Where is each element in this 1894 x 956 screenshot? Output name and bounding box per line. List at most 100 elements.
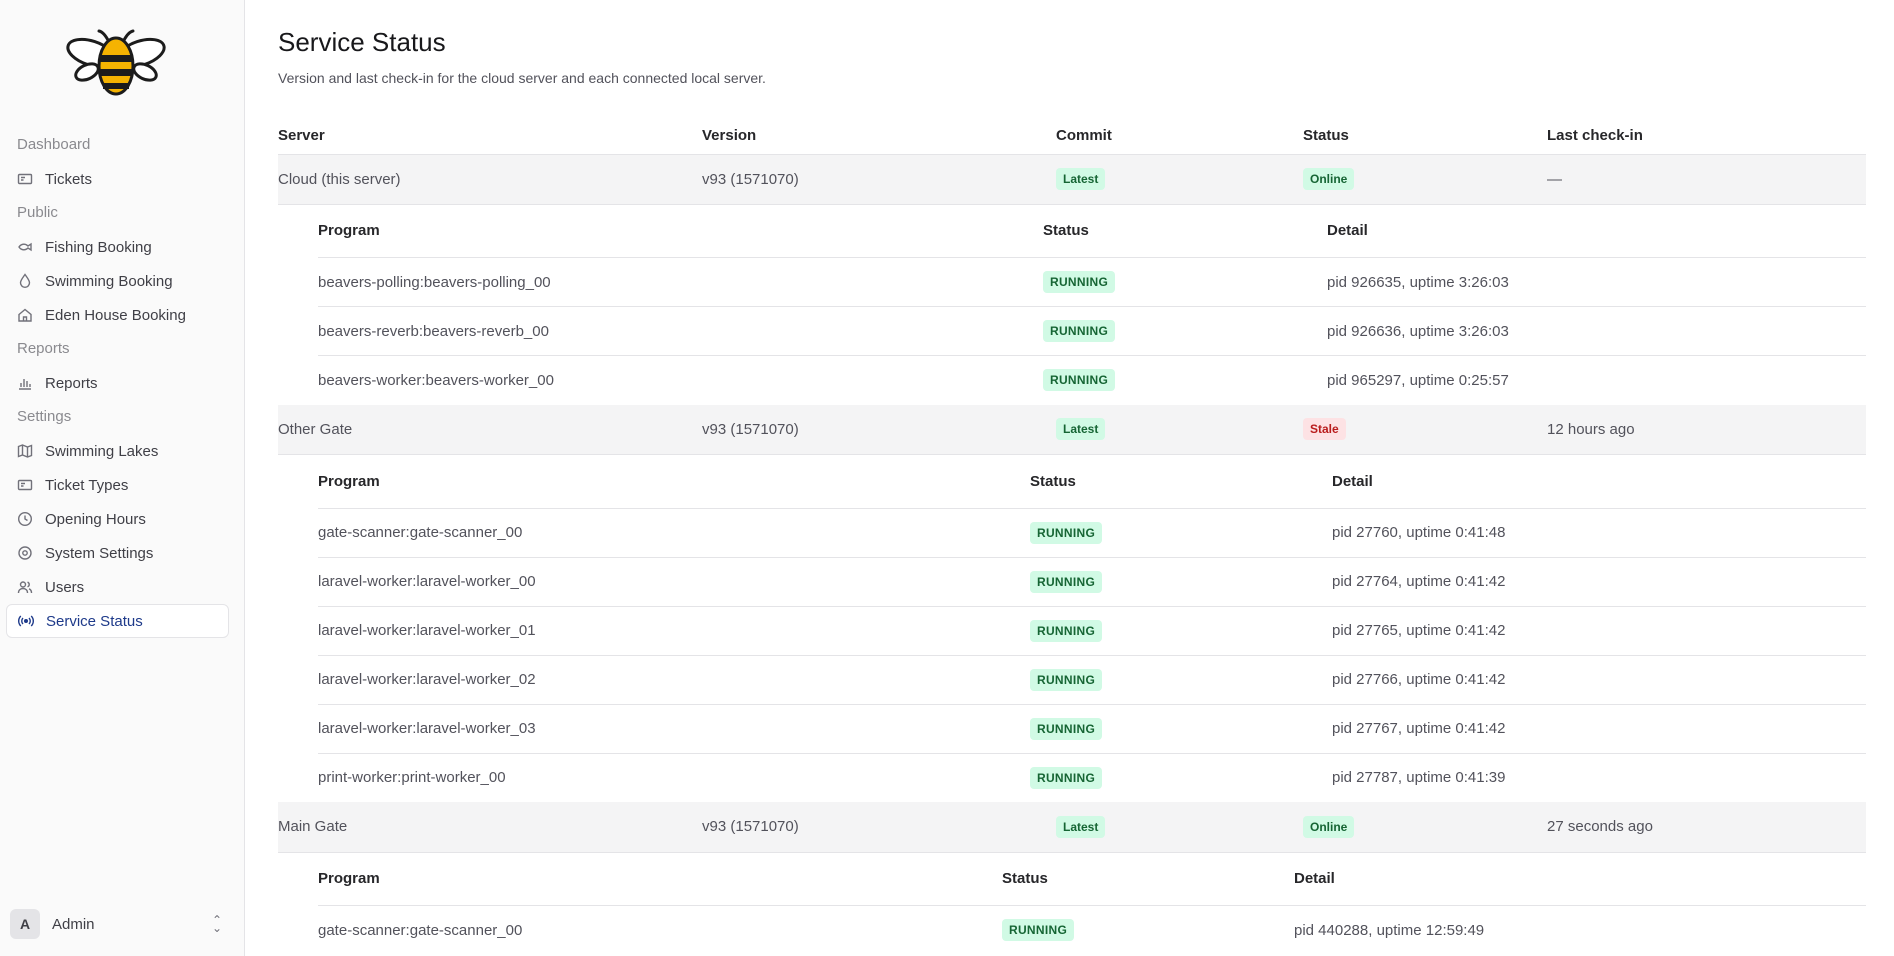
- program-status-badge: RUNNING: [1002, 919, 1075, 942]
- sidebar-item-opening-hours[interactable]: Opening Hours: [6, 502, 229, 536]
- sidebar-item-service-status[interactable]: Service Status: [6, 604, 229, 638]
- clock-icon: [17, 511, 33, 527]
- program-status-badge: RUNNING: [1030, 521, 1103, 544]
- header-detail: Detail: [1294, 852, 1866, 906]
- header-program: Program: [318, 852, 1002, 906]
- server-name: Main Gate: [278, 802, 702, 853]
- commit-cell: Latest: [1056, 802, 1303, 853]
- commit-badge: Latest: [1056, 418, 1106, 441]
- sidebar-item-reports[interactable]: Reports: [6, 366, 229, 400]
- servers-body: Cloud (this server) v93 (1571070) Latest On…: [278, 154, 1866, 955]
- programs-header-row: Program Status Detail: [318, 204, 1866, 258]
- program-row: gate-scanner:gate-scanner_00 RUNNING pid 2…: [318, 508, 1866, 558]
- header-detail: Detail: [1327, 204, 1866, 258]
- server-row[interactable]: Cloud (this server) v93 (1571070) Latest On…: [278, 154, 1866, 205]
- program-name: gate-scanner:gate-scanner_00: [318, 508, 1030, 558]
- program-row: beavers-worker:beavers-worker_00 RUNNING p…: [318, 356, 1866, 405]
- program-status-badge: RUNNING: [1043, 271, 1116, 293]
- programs-table: Program Status Detail gate-scanner:gate-sca…: [318, 852, 1866, 955]
- bee-logo-icon[interactable]: [64, 28, 168, 100]
- commit-badge: Latest: [1056, 168, 1106, 190]
- program-row: gate-scanner:gate-scanner_00 RUNNING pid 4…: [318, 906, 1866, 955]
- sidebar-item-users[interactable]: Users: [6, 570, 229, 604]
- program-detail: pid 27760, uptime 0:41:48: [1332, 508, 1866, 558]
- program-row: laravel-worker:laravel-worker_01 RUNNING p…: [318, 606, 1866, 656]
- program-status-cell: RUNNING: [1043, 306, 1327, 356]
- program-status-badge: RUNNING: [1043, 320, 1116, 342]
- programs-table: Program Status Detail gate-scanner:gate-sca…: [318, 455, 1866, 802]
- programs-row: Program Status Detail gate-scanner:gate-sca…: [278, 455, 1866, 803]
- program-detail: pid 965297, uptime 0:25:57: [1327, 371, 1509, 389]
- server-version: v93 (1571070): [702, 404, 1056, 455]
- sidebar-item-fishing-booking[interactable]: Fishing Booking: [6, 230, 229, 264]
- status-cell: Online: [1303, 154, 1547, 205]
- programs-header-row: Program Status Detail: [318, 852, 1866, 906]
- server-name: Cloud (this server): [278, 154, 702, 205]
- programs-row: Program Status Detail gate-scanner:gate-sca…: [278, 852, 1866, 955]
- sidebar-item-ticket-types[interactable]: Ticket Types: [6, 468, 229, 502]
- sidebar-item-label: System Settings: [45, 544, 154, 562]
- program-row: laravel-worker:laravel-worker_02 RUNNING p…: [318, 655, 1866, 705]
- sidebar-item-label: Reports: [45, 374, 98, 392]
- user-menu[interactable]: A Admin ⌃ ⌄: [8, 906, 230, 942]
- program-name: gate-scanner:gate-scanner_00: [318, 921, 523, 939]
- program-status-cell: RUNNING: [1043, 257, 1327, 307]
- sidebar-item-label: Ticket Types: [45, 476, 129, 494]
- app: Dashboard Tickets Public Fishing Booking Swi…: [0, 0, 1894, 956]
- server-version: v93 (1571070): [702, 802, 1056, 853]
- program-status-badge: RUNNING: [1030, 766, 1103, 789]
- status-badge: Stale: [1303, 418, 1346, 441]
- sidebar-item-label: Tickets: [45, 170, 92, 188]
- water-drop-icon: [17, 273, 33, 289]
- header-status: Status: [1303, 118, 1547, 155]
- sidebar-item-system-settings[interactable]: System Settings: [6, 536, 229, 570]
- program-detail: pid 27765, uptime 0:41:42: [1332, 606, 1866, 656]
- avatar: A: [10, 909, 40, 939]
- program-status-cell: RUNNING: [1030, 557, 1332, 607]
- sidebar-item-label: Users: [45, 578, 85, 596]
- sidebar-item-label: Swimming Booking: [45, 272, 173, 290]
- broadcast-icon: [18, 613, 34, 629]
- program-name: beavers-worker:beavers-worker_00: [318, 371, 554, 389]
- sidebar-item-swimming-booking[interactable]: Swimming Booking: [6, 264, 229, 298]
- server-row[interactable]: Main Gate v93 (1571070) Latest Online 27 sec…: [278, 802, 1866, 853]
- sidebar-item-swimming-lakes[interactable]: Swimming Lakes: [6, 434, 229, 468]
- program-status-cell: RUNNING: [1002, 906, 1294, 955]
- header-commit: Commit: [1056, 118, 1303, 155]
- sidebar-item-label: Fishing Booking: [45, 238, 152, 256]
- server-row[interactable]: Other Gate v93 (1571070) Latest Stale 12 hou…: [278, 404, 1866, 455]
- sidebar-item-eden-house-booking[interactable]: Eden House Booking: [6, 298, 229, 332]
- chevron-up-down-icon: ⌃ ⌄: [211, 913, 222, 935]
- program-name: print-worker:print-worker_00: [318, 769, 506, 787]
- programs-container: Program Status Detail gate-scanner:gate-sca…: [278, 455, 1866, 803]
- program-status-cell: RUNNING: [1030, 753, 1332, 802]
- commit-badge: Latest: [1056, 815, 1106, 838]
- sidebar-item-label: Eden House Booking: [45, 306, 186, 324]
- sidebar-item-tickets[interactable]: Tickets: [6, 162, 229, 196]
- sidebar-nav: Dashboard Tickets Public Fishing Booking Swi…: [0, 128, 245, 638]
- servers-table: Server Version Commit Status Last check-…: [278, 118, 1866, 955]
- header-detail: Detail: [1332, 455, 1866, 509]
- program-name: laravel-worker:laravel-worker_01: [318, 606, 1030, 656]
- program-detail: pid 926636, uptime 3:26:03: [1327, 306, 1866, 356]
- last-checkin: 27 seconds ago: [1547, 802, 1866, 853]
- house-icon: [17, 307, 33, 323]
- status-badge: Online: [1303, 815, 1355, 838]
- server-version: v93 (1571070): [702, 154, 1056, 205]
- program-name: laravel-worker:laravel-worker_03: [318, 704, 1030, 754]
- program-status-cell: RUNNING: [1043, 356, 1327, 405]
- program-status-badge: RUNNING: [1030, 619, 1103, 642]
- program-name: beavers-reverb:beavers-reverb_00: [318, 306, 1043, 356]
- servers-header-row: Server Version Commit Status Last check-…: [278, 118, 1866, 155]
- programs-container: Program Status Detail gate-scanner:gate-sca…: [278, 852, 1866, 955]
- program-name: beavers-polling:beavers-polling_00: [318, 257, 1043, 307]
- nav-group-label: Dashboard: [17, 136, 91, 153]
- program-status-badge: RUNNING: [1043, 369, 1116, 392]
- program-detail: pid 27787, uptime 0:41:39: [1332, 769, 1506, 787]
- users-icon: [17, 579, 33, 595]
- header-last-checkin: Last check-in: [1547, 118, 1866, 155]
- sidebar-item-label: Opening Hours: [45, 510, 146, 528]
- status-cell: Online: [1303, 802, 1547, 853]
- user-name: Admin: [52, 915, 95, 933]
- program-row: print-worker:print-worker_00 RUNNING pid 2…: [318, 753, 1866, 802]
